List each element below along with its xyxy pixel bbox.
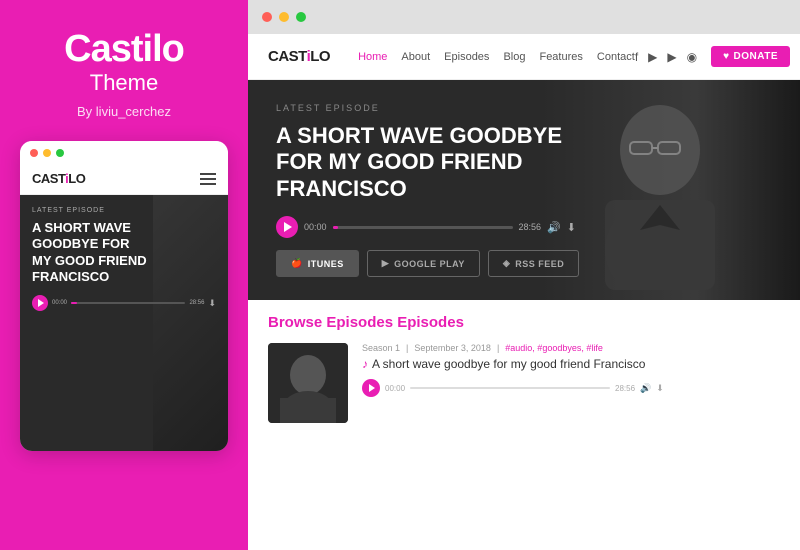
brand-author: By liviu_cerchez: [64, 104, 184, 119]
mobile-preview: CASTiLO LATEST EPISODE A SHORT WAVE GOOD…: [20, 141, 228, 451]
hero-time-end: 28:56: [519, 222, 542, 232]
brand-title: Castilo: [64, 30, 184, 68]
hero-player: 00:00 28:56 🔊 ⬇: [276, 216, 600, 238]
browser-dot-yellow: [279, 12, 289, 22]
youtube-icon[interactable]: ▶: [667, 50, 676, 64]
episode-download-icon[interactable]: ⬇: [656, 383, 664, 394]
episode-track[interactable]: [410, 387, 610, 389]
nav-link-blog[interactable]: Blog: [503, 51, 525, 63]
hero-player-track[interactable]: [333, 226, 513, 229]
mobile-nav: CASTiLO: [20, 165, 228, 195]
episode-season: Season 1: [362, 343, 400, 353]
hero-time-start: 00:00: [304, 222, 327, 232]
mobile-time-end: 28:56: [189, 300, 204, 306]
episode-meta: Season 1 | September 3, 2018 | #audio, #…: [362, 343, 780, 353]
rssfeed-label: RSS FEED: [515, 259, 564, 269]
episode-player-bar: 00:00 28:56 🔊 ⬇: [362, 379, 780, 397]
nav-link-features[interactable]: Features: [539, 51, 582, 63]
hero-player-fill: [333, 226, 338, 229]
googleplay-button[interactable]: ▶ GOOGLE PLAY: [367, 250, 480, 277]
mobile-hero: LATEST EPISODE A SHORT WAVE GOODBYE FOR …: [20, 195, 228, 451]
right-panel: CASTiLO Home About Episodes Blog Feature…: [248, 0, 800, 550]
spotify-icon[interactable]: ◉: [687, 50, 697, 64]
episode-time-end: 28:56: [615, 384, 635, 393]
donate-icon: ♥: [723, 51, 729, 62]
rss-icon: ◈: [503, 258, 510, 269]
mobile-hero-bg: [153, 195, 228, 451]
hero-play-button[interactable]: [276, 216, 298, 238]
episode-divider2: |: [497, 343, 499, 353]
browser-chrome: [248, 0, 800, 34]
browse-heading-accent: Episodes: [326, 314, 393, 331]
episode-divider: |: [406, 343, 408, 353]
mobile-progress-fill: [71, 302, 77, 304]
mobile-progress-track[interactable]: [71, 302, 185, 304]
facebook-icon[interactable]: f: [635, 50, 638, 64]
nav-social: f ▶ ▶ ◉: [635, 50, 697, 64]
podcast-icon[interactable]: ▶: [648, 50, 657, 64]
nav-link-episodes[interactable]: Episodes: [444, 51, 489, 63]
itunes-button[interactable]: 🍎 ITUNES: [276, 250, 359, 277]
googleplay-icon: ▶: [382, 258, 389, 269]
mobile-browser-dots: [20, 141, 228, 165]
episode-row: Season 1 | September 3, 2018 | #audio, #…: [268, 343, 780, 423]
episode-thumbnail: [268, 343, 348, 423]
episode-thumb-svg: [268, 343, 348, 423]
episode-info: Season 1 | September 3, 2018 | #audio, #…: [362, 343, 780, 397]
episode-play-button[interactable]: [362, 379, 380, 397]
hero-buttons: 🍎 ITUNES ▶ GOOGLE PLAY ◈ RSS FEED: [276, 250, 600, 277]
donate-button[interactable]: ♥ DONATE: [711, 46, 790, 67]
rssfeed-button[interactable]: ◈ RSS FEED: [488, 250, 579, 277]
itunes-label: ITUNES: [308, 259, 344, 269]
browse-heading: Browse Episodes Episodes: [268, 314, 780, 331]
hero-latest-label: LATEST EPISODE: [276, 103, 600, 113]
episode-volume-icon[interactable]: 🔊: [640, 383, 651, 394]
browser-dot-green: [296, 12, 306, 22]
mobile-time-start: 00:00: [52, 300, 67, 306]
mobile-episode-title: A SHORT WAVE GOODBYE FOR MY GOOD FRIEND …: [32, 220, 152, 285]
browse-section: Browse Episodes Episodes Season 1: [248, 300, 800, 550]
music-note-icon: ♪: [362, 357, 368, 371]
dot-yellow: [43, 149, 51, 157]
mobile-latest-label: LATEST EPISODE: [32, 207, 216, 214]
mobile-download-icon[interactable]: ⬇: [208, 298, 216, 309]
browser-dot-red: [262, 12, 272, 22]
mobile-play-button[interactable]: [32, 295, 48, 311]
mobile-hamburger-icon[interactable]: [200, 173, 216, 185]
desktop-nav: CASTiLO Home About Episodes Blog Feature…: [248, 34, 800, 80]
hero-title: A SHORT WAVE GOODBYE FOR MY GOOD FRIEND …: [276, 123, 600, 202]
mobile-player: 00:00 28:56 ⬇: [32, 295, 216, 311]
nav-link-contact[interactable]: Contact: [597, 51, 635, 63]
desktop-logo: CASTiLO: [268, 48, 330, 65]
browse-label: Browse: [268, 314, 322, 331]
hero-download-icon[interactable]: ⬇: [567, 221, 576, 234]
hero-content: LATEST EPISODE A SHORT WAVE GOODBYE FOR …: [248, 80, 628, 300]
mobile-logo: CASTiLO: [32, 171, 85, 186]
episode-tags: #audio, #goodbyes, #life: [505, 343, 603, 353]
donate-label: DONATE: [734, 51, 778, 62]
nav-links: Home About Episodes Blog Features Contac…: [358, 51, 635, 63]
googleplay-label: GOOGLE PLAY: [394, 259, 465, 269]
apple-icon: 🍎: [291, 258, 303, 269]
episode-time-start: 00:00: [385, 384, 405, 393]
volume-icon[interactable]: 🔊: [547, 221, 561, 234]
episodes-accent: Episodes: [397, 314, 464, 331]
browser-content: CASTiLO Home About Episodes Blog Feature…: [248, 34, 800, 550]
nav-link-home[interactable]: Home: [358, 51, 387, 63]
left-panel: Castilo Theme By liviu_cerchez CASTiLO L…: [0, 0, 248, 550]
episode-title-row: ♪ A short wave goodbye for my good frien…: [362, 357, 780, 371]
desktop-hero: LATEST EPISODE A SHORT WAVE GOODBYE FOR …: [248, 80, 800, 300]
episode-title: A short wave goodbye for my good friend …: [372, 357, 645, 371]
nav-link-about[interactable]: About: [401, 51, 430, 63]
brand-subtitle: Theme: [64, 70, 184, 96]
dot-green: [56, 149, 64, 157]
dot-red: [30, 149, 38, 157]
episode-date: September 3, 2018: [414, 343, 491, 353]
